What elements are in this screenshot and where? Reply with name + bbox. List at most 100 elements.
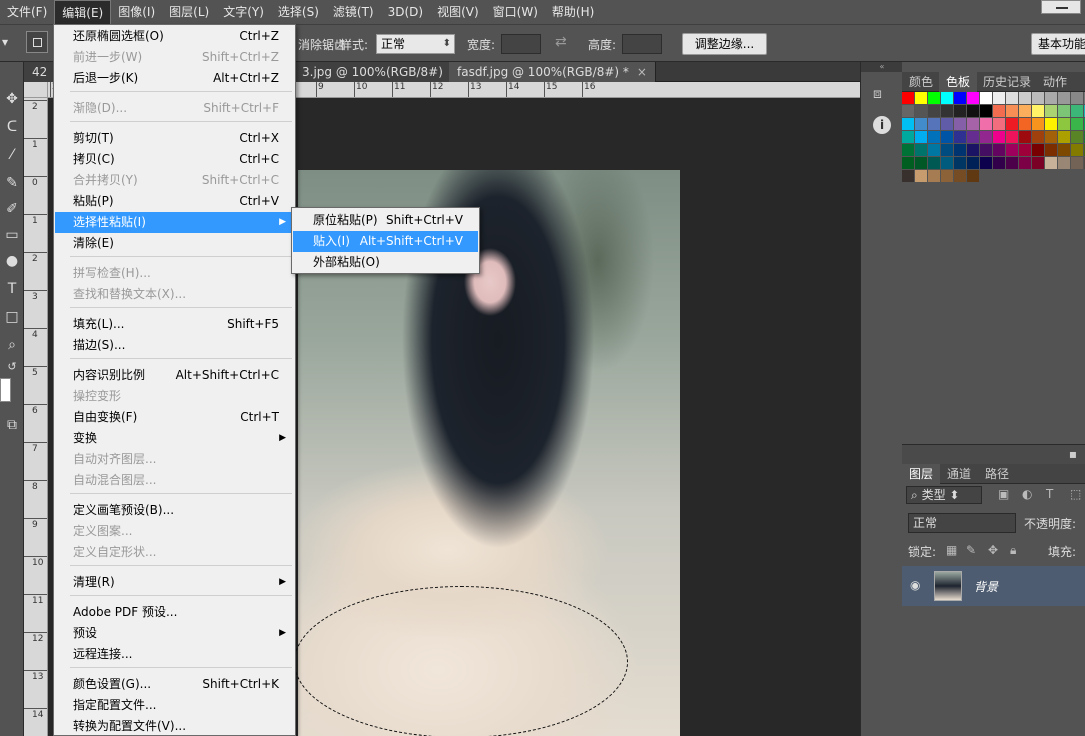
color-swatch[interactable] bbox=[1006, 92, 1018, 104]
color-swatch[interactable] bbox=[902, 170, 914, 182]
minimize-button[interactable] bbox=[1041, 0, 1081, 14]
color-swatch[interactable] bbox=[967, 131, 979, 143]
edit-menu-item[interactable]: 描边(S)... bbox=[55, 335, 294, 356]
color-swatch[interactable] bbox=[1019, 92, 1031, 104]
menubar-item-0[interactable]: 文件(F) bbox=[0, 0, 54, 24]
visibility-eye-icon[interactable]: ◉ bbox=[910, 578, 920, 592]
lock-pixels-icon[interactable]: ✎ bbox=[966, 543, 976, 557]
style-select[interactable]: 正常 bbox=[376, 34, 455, 54]
edit-menu-item[interactable]: 剪切(T) Ctrl+X bbox=[55, 128, 294, 149]
color-swatch[interactable] bbox=[915, 105, 927, 117]
color-swatch[interactable] bbox=[1019, 131, 1031, 143]
edit-menu-item[interactable]: 转换为配置文件(V)... bbox=[55, 716, 294, 736]
color-swatch[interactable] bbox=[1071, 157, 1083, 169]
color-swatch[interactable] bbox=[1006, 105, 1018, 117]
color-swatch[interactable] bbox=[902, 92, 914, 104]
edit-menu-item[interactable]: 内容识别比例 Alt+Shift+Ctrl+C bbox=[55, 365, 294, 386]
move-tool-icon[interactable]: ✥ bbox=[0, 88, 24, 110]
color-swatch[interactable] bbox=[1058, 157, 1070, 169]
swap-colors-icon[interactable]: ↺ bbox=[0, 356, 24, 378]
color-swatch[interactable] bbox=[1006, 157, 1018, 169]
color-swatch[interactable] bbox=[941, 105, 953, 117]
color-swatch[interactable] bbox=[1032, 144, 1044, 156]
color-swatch[interactable] bbox=[902, 131, 914, 143]
color-swatch[interactable] bbox=[1045, 144, 1057, 156]
document-tab-2[interactable]: fasdf.jpg @ 100%(RGB/8#) * × bbox=[449, 62, 656, 82]
color-swatch[interactable] bbox=[954, 105, 966, 117]
panel-tab[interactable]: 图层 bbox=[902, 464, 941, 484]
color-swatch[interactable] bbox=[941, 118, 953, 130]
filter-type-icon[interactable]: T bbox=[1046, 487, 1053, 501]
color-swatch[interactable] bbox=[1058, 144, 1070, 156]
panel-tab[interactable]: 动作 bbox=[1036, 72, 1074, 92]
menubar-item-6[interactable]: 滤镜(T) bbox=[326, 0, 381, 24]
color-swatch[interactable] bbox=[967, 170, 979, 182]
edit-menu-item[interactable]: 变换 ▶ bbox=[55, 428, 294, 449]
menubar-item-4[interactable]: 文字(Y) bbox=[216, 0, 271, 24]
color-swatch[interactable] bbox=[1058, 118, 1070, 130]
filter-adjust-icon[interactable]: ◐ bbox=[1022, 487, 1032, 501]
foreground-color-swatch[interactable] bbox=[0, 378, 11, 402]
edit-menu-item[interactable]: 填充(L)... Shift+F5 bbox=[55, 314, 294, 335]
edit-menu-item[interactable]: 还原椭圆选框(O) Ctrl+Z bbox=[55, 26, 294, 47]
layer-row-background[interactable]: ◉ 背景 bbox=[902, 566, 1085, 606]
tool-preset-dropdown-icon[interactable]: ▾ bbox=[2, 35, 8, 49]
color-swatch[interactable] bbox=[1058, 92, 1070, 104]
color-swatch[interactable] bbox=[980, 105, 992, 117]
paste-special-item[interactable]: 贴入(I) Alt+Shift+Ctrl+V bbox=[293, 231, 478, 252]
menubar-item-8[interactable]: 视图(V) bbox=[430, 0, 486, 24]
edit-menu-item[interactable]: 远程连接... bbox=[55, 644, 294, 665]
color-swatch[interactable] bbox=[1045, 92, 1057, 104]
color-swatch[interactable] bbox=[902, 157, 914, 169]
vertical-ruler[interactable]: 2 1 0 1 2 3 4 5 6 7 8 9 10 11 12 13 14 bbox=[24, 98, 48, 736]
zoom-tool-icon[interactable]: ⌕ bbox=[0, 334, 24, 356]
color-swatch[interactable] bbox=[1045, 118, 1057, 130]
gradient-tool-icon[interactable]: ▭ bbox=[0, 224, 24, 246]
lock-position-icon[interactable]: ✥ bbox=[988, 543, 998, 557]
paste-special-item[interactable]: 外部粘贴(O) bbox=[293, 252, 478, 273]
lasso-tool-icon[interactable]: ᑕ bbox=[0, 116, 24, 138]
color-swatch[interactable] bbox=[967, 92, 979, 104]
color-swatch[interactable] bbox=[993, 118, 1005, 130]
3d-panel-icon[interactable]: ⧈ bbox=[873, 86, 891, 104]
color-swatch[interactable] bbox=[928, 131, 940, 143]
edit-menu-item[interactable]: 预设 ▶ bbox=[55, 623, 294, 644]
color-swatch[interactable] bbox=[1058, 105, 1070, 117]
new-swatch-icon[interactable]: ▪ bbox=[1069, 447, 1077, 461]
elliptical-selection[interactable] bbox=[294, 586, 628, 736]
document-tab-0[interactable]: 42 bbox=[24, 62, 57, 82]
close-icon[interactable]: × bbox=[637, 65, 647, 79]
color-swatch[interactable] bbox=[1071, 144, 1083, 156]
edit-menu-item[interactable]: 清理(R) ▶ bbox=[55, 572, 294, 593]
color-swatch[interactable] bbox=[954, 131, 966, 143]
color-swatch[interactable] bbox=[928, 92, 940, 104]
menubar-item-7[interactable]: 3D(D) bbox=[381, 0, 430, 24]
color-swatch[interactable] bbox=[980, 131, 992, 143]
screen-mode-icon[interactable]: ⧉ bbox=[0, 414, 24, 436]
layer-filter-select[interactable]: ⌕ 类型 ⬍ bbox=[906, 486, 982, 504]
color-swatch[interactable] bbox=[993, 92, 1005, 104]
color-swatch[interactable] bbox=[993, 144, 1005, 156]
panel-tab[interactable]: 通道 bbox=[940, 464, 978, 484]
color-swatch[interactable] bbox=[954, 157, 966, 169]
color-swatch[interactable] bbox=[954, 170, 966, 182]
color-swatch[interactable] bbox=[928, 144, 940, 156]
color-swatch[interactable] bbox=[1032, 131, 1044, 143]
color-swatch[interactable] bbox=[980, 92, 992, 104]
color-swatch[interactable] bbox=[1032, 118, 1044, 130]
menubar-item-3[interactable]: 图层(L) bbox=[162, 0, 216, 24]
panel-tab[interactable]: 色板 bbox=[939, 72, 978, 92]
edit-menu-item[interactable]: 定义画笔预设(B)... bbox=[55, 500, 294, 521]
workspace-button[interactable]: 基本功能 bbox=[1031, 33, 1085, 55]
color-swatch[interactable] bbox=[1071, 131, 1083, 143]
color-swatch[interactable] bbox=[1045, 131, 1057, 143]
eyedropper-tool-icon[interactable]: ⁄ bbox=[0, 144, 24, 166]
color-swatch[interactable] bbox=[967, 118, 979, 130]
blend-mode-select[interactable]: 正常 bbox=[908, 513, 1016, 533]
document-tab-1[interactable]: 3.jpg @ 100%(RGB/8#)× bbox=[294, 62, 470, 82]
collapse-icon[interactable]: « bbox=[861, 62, 903, 72]
menubar-item-2[interactable]: 图像(I) bbox=[111, 0, 162, 24]
color-swatch[interactable] bbox=[954, 92, 966, 104]
color-swatch[interactable] bbox=[941, 131, 953, 143]
color-swatch[interactable] bbox=[915, 118, 927, 130]
